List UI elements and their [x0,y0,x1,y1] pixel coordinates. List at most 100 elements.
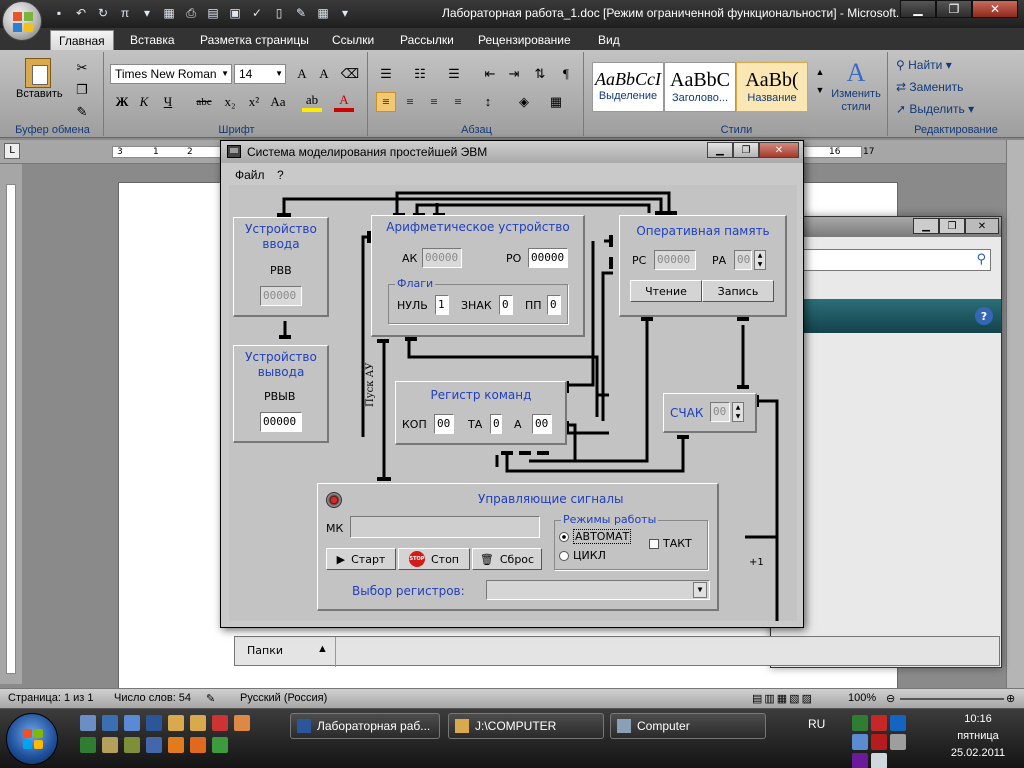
align-right-icon[interactable]: ≡ [424,92,444,112]
utility-icon[interactable] [212,737,228,753]
explorer-icon[interactable] [102,715,118,731]
task-word-document[interactable]: Лабораторная раб... [290,713,440,739]
chevron-up-icon[interactable]: ▲ [317,643,328,655]
numbering-icon[interactable]: ☷ [410,64,430,84]
copy-icon[interactable]: ❐ [72,80,92,100]
tact-checkbox[interactable]: ТАКТ [649,537,692,550]
view-buttons[interactable]: ▤▥▦▧▨ [752,692,814,705]
folders-label[interactable]: Папки [247,644,283,657]
excel-icon[interactable] [80,737,96,753]
font-color-icon[interactable]: A [334,92,354,112]
a-field[interactable]: 00 [532,414,552,434]
firefox-icon[interactable] [190,737,206,753]
format-painter-icon[interactable]: ✎ [72,102,92,122]
search-icon[interactable]: ⚲ [976,252,986,267]
task-computer[interactable]: Computer [610,713,766,739]
increase-indent-icon[interactable]: ⇥ [504,64,524,84]
flag-overflow-field[interactable]: 0 [547,295,561,315]
tray-icon[interactable] [871,715,887,731]
reset-button[interactable]: 🗑 Сброс [472,548,542,570]
flag-sign-field[interactable]: 0 [499,295,513,315]
draw-table-icon[interactable]: ▦ [160,4,178,22]
explorer-search-input[interactable]: ⚲ [801,249,991,271]
bold-icon[interactable]: Ж [112,92,132,112]
menu-file[interactable]: Файл [235,168,265,182]
decrease-indent-icon[interactable]: ⇤ [480,64,500,84]
ak-field[interactable]: 00000 [422,248,462,268]
task-folder[interactable]: J:\COMPUTER [448,713,604,739]
spin-up-icon[interactable]: ▲ [755,251,765,260]
counter-field[interactable]: 00 [710,402,730,422]
ra-spinner[interactable]: ▲ ▼ [754,250,766,270]
office-button[interactable] [2,1,42,41]
network-icon[interactable] [852,734,868,750]
superscript-icon[interactable]: x² [244,92,264,112]
rs-field[interactable]: 00000 [654,250,696,270]
style-emphasis[interactable]: AaBbCcI Выделение [592,62,664,112]
subscript-icon[interactable]: x₂ [220,92,240,112]
auto-mode-radio[interactable]: АВТОМАТ [559,529,632,544]
tab-insert[interactable]: Вставка [122,30,183,50]
zoom-level[interactable]: 100% [848,692,876,704]
equation-icon[interactable]: π [116,4,134,22]
borders-icon[interactable]: ▦ [546,92,566,112]
maximize-button[interactable]: ❐ [936,0,972,18]
spin-up-icon[interactable]: ▲ [733,403,743,412]
word-icon[interactable] [146,715,162,731]
spelling-icon[interactable]: ✓ [248,4,266,22]
tab-selector-button[interactable]: L [4,143,20,159]
spelling-status-icon[interactable]: ✎ [206,692,215,705]
find-button[interactable]: ⚲ Найти ▾ [896,58,952,72]
multilevel-list-icon[interactable]: ☰ [444,64,464,84]
start-button[interactable] [6,713,58,765]
help-icon[interactable]: ? [975,307,993,325]
shading-icon[interactable]: ◈ [514,92,534,112]
cut-icon[interactable]: ✂ [72,58,92,78]
style-title[interactable]: AaBb( Название [736,62,808,112]
rvyv-field[interactable]: 00000 [260,412,302,432]
change-styles-button[interactable]: A Изменить стили [826,58,886,120]
close-button[interactable]: ✕ [972,0,1018,18]
tray-icon[interactable] [852,753,868,768]
read-button[interactable]: Чтение [630,280,702,302]
notes-icon[interactable] [102,737,118,753]
tray-icon[interactable] [871,734,887,750]
line-spacing-icon[interactable]: ↕ [478,92,498,112]
write-button[interactable]: Запись [702,280,774,302]
spin-down-icon[interactable]: ▼ [733,412,743,421]
maximize-button[interactable]: ❐ [939,218,965,234]
tab-references[interactable]: Ссылки [324,30,382,50]
highlight-icon[interactable]: ab [302,92,322,112]
page-icon[interactable]: ▯ [270,4,288,22]
zoom-in-icon[interactable]: ⊕ [1006,692,1015,705]
zoom-slider[interactable] [900,698,1004,700]
select-button[interactable]: ➚ Выделить ▾ [896,102,974,116]
maximize-button[interactable]: ❐ [733,142,759,158]
align-left-icon[interactable]: ≡ [376,92,396,112]
folder-icon[interactable] [190,715,206,731]
media-icon[interactable] [124,715,140,731]
save-icon[interactable]: ▪ [50,4,68,22]
minimize-button[interactable]: ▁ [913,218,939,234]
folder-icon[interactable] [168,715,184,731]
clock[interactable]: 10:16 пятница 25.02.2011 [938,711,1018,762]
network-icon[interactable] [146,737,162,753]
format-icon[interactable]: ▣ [226,4,244,22]
bullets-icon[interactable]: ☰ [376,64,396,84]
tools-icon[interactable]: ✎ [292,4,310,22]
start-button[interactable]: ▶ Старт [326,548,396,570]
chevron-down-icon[interactable]: ▾ [138,4,156,22]
record-icon[interactable] [326,492,342,508]
stop-button[interactable]: STOP Стоп [398,548,470,570]
mk-field[interactable] [350,516,540,538]
underline-icon[interactable]: Ч [158,92,178,112]
kop-field[interactable]: 00 [434,414,454,434]
tab-view[interactable]: Вид [590,30,628,50]
grow-font-icon[interactable]: A [292,64,312,84]
tray-icon[interactable] [852,715,868,731]
show-desktop-icon[interactable] [80,715,96,731]
spin-down-icon[interactable]: ▼ [755,260,765,269]
strikethrough-icon[interactable]: abc [194,92,214,112]
sort-icon[interactable]: ⇅ [530,64,550,84]
tray-icon[interactable] [890,715,906,731]
